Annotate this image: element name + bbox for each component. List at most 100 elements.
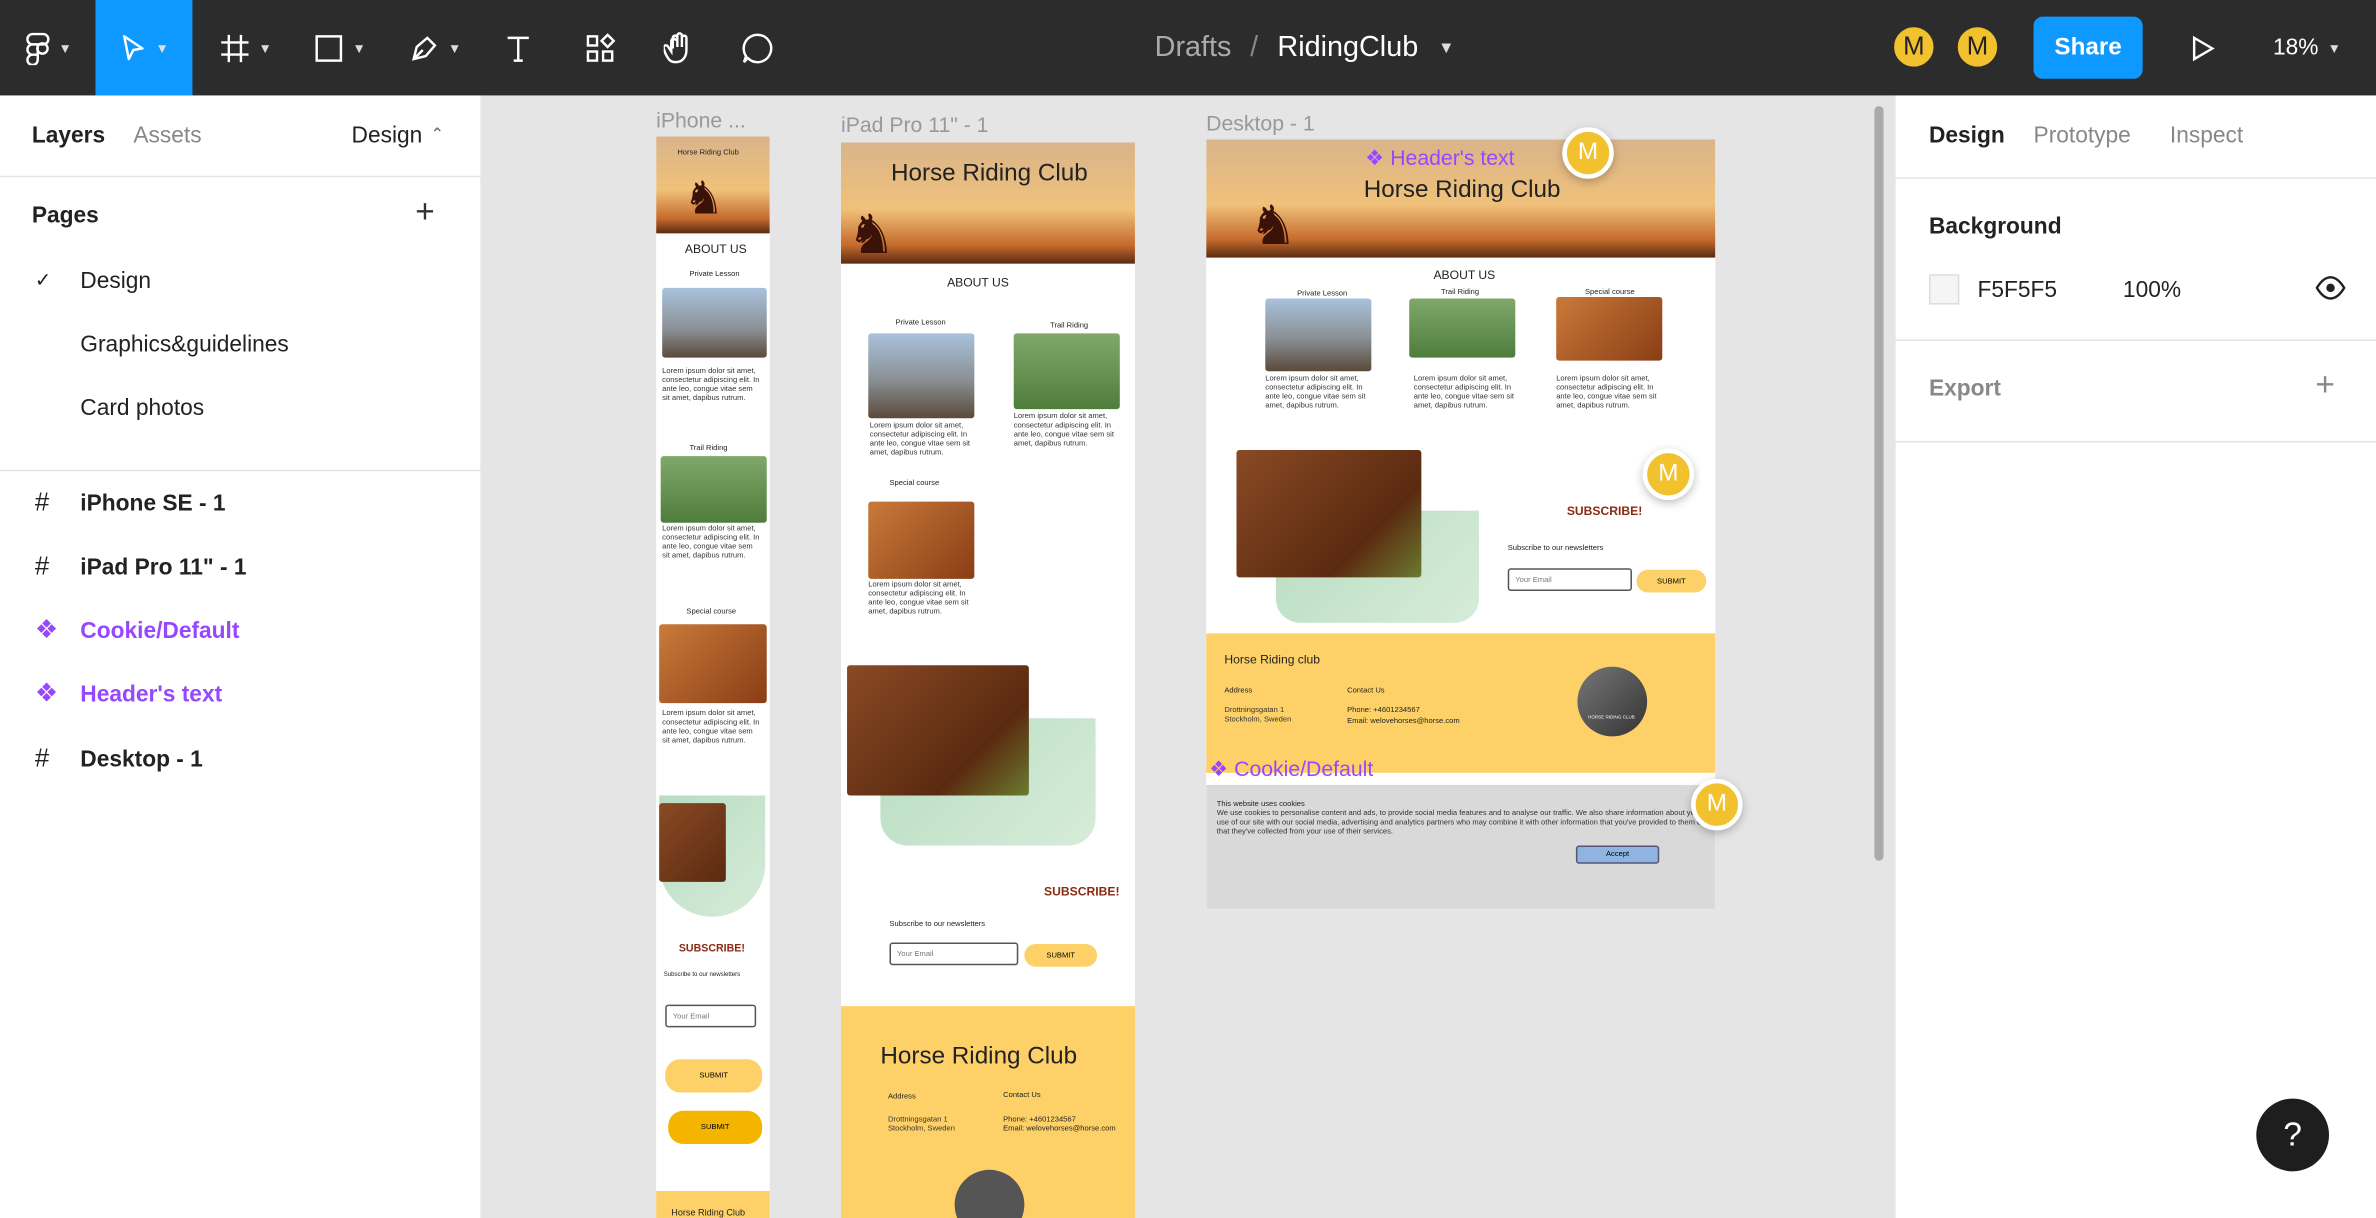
background-hex[interactable]: F5F5F5	[1977, 277, 2057, 303]
logo-text: HORSE RIDING CLUB	[1588, 713, 1635, 720]
zoom-dropdown[interactable]: 18% ▼	[2273, 0, 2341, 95]
background-swatch[interactable]	[1928, 274, 1960, 305]
desktop-frame[interactable]: Horse Riding Club ♞ ABOUT US Private Les…	[1206, 139, 1716, 910]
ipad-frame[interactable]: Horse Riding Club ♞ ABOUT US Private Les…	[840, 142, 1135, 1218]
component-label-header[interactable]: ❖ Header's text	[1365, 145, 1514, 171]
divider	[1895, 177, 2376, 179]
horse-silhouette-icon: ♞	[847, 203, 896, 266]
text-tool-icon[interactable]	[496, 0, 541, 95]
frame-icon: #	[34, 744, 50, 773]
layer-iphone[interactable]: # iPhone SE - 1	[0, 471, 480, 535]
trail-riding-label: Trail Riding	[1050, 321, 1089, 331]
layer-label: iPhone SE - 1	[80, 490, 226, 516]
avatar[interactable]: M	[1954, 24, 2001, 70]
frame-icon: #	[34, 487, 50, 517]
properties-panel: Design Prototype Inspect Background F5F5…	[1894, 95, 2376, 1218]
pages-header[interactable]: Pages	[32, 203, 99, 229]
pen-tool-icon[interactable]: ▼	[397, 0, 473, 95]
add-page-icon[interactable]: +	[415, 192, 434, 231]
contact-label: Contact Us	[1347, 686, 1385, 696]
layer-desktop[interactable]: # Desktop - 1	[0, 727, 480, 791]
frame-label-ipad[interactable]: iPad Pro 11" - 1	[841, 112, 988, 136]
lorem-text: Lorem ipsum dolor sit amet, consectetur …	[662, 366, 760, 404]
submit-button[interactable]: SUBMIT	[668, 1110, 763, 1145]
layer-ipad[interactable]: # iPad Pro 11" - 1	[0, 535, 480, 599]
frame-label-iphone[interactable]: iPhone ...	[656, 108, 746, 132]
email-input[interactable]: Your Email	[665, 1004, 757, 1028]
horse-silhouette-icon: ♞	[683, 174, 725, 225]
share-button[interactable]: Share	[2033, 16, 2143, 79]
breadcrumb-separator: /	[1250, 31, 1259, 63]
collaborator-avatar[interactable]: M	[1691, 778, 1743, 831]
panel-tabs: Layers Assets Design ⌃	[0, 95, 481, 178]
address-text: Drottningsgatan 1 Stockholm, Sweden	[1224, 706, 1292, 725]
trail-riding-photo	[660, 456, 767, 523]
private-lesson-label: Private Lesson	[895, 318, 946, 328]
address-text: Drottningsgatan 1 Stockholm, Sweden	[887, 1115, 955, 1134]
tab-inspect[interactable]: Inspect	[2170, 123, 2243, 149]
iphone-frame[interactable]: Horse Riding Club ♞ ABOUT US Private Les…	[656, 136, 770, 1218]
resources-icon[interactable]	[577, 0, 622, 95]
subscribe-heading: SUBSCRIBE!	[678, 944, 745, 955]
private-lesson-label: Private Lesson	[689, 269, 740, 279]
chevron-down-icon[interactable]: ▼	[1438, 0, 1455, 95]
email-input[interactable]: Your Email	[889, 942, 1019, 966]
layer-label: Cookie/Default	[80, 617, 240, 644]
tab-assets[interactable]: Assets	[133, 123, 201, 149]
layer-label: iPad Pro 11" - 1	[80, 553, 247, 580]
accept-button[interactable]: Accept	[1575, 845, 1660, 864]
collaborator-avatar[interactable]: M	[1562, 127, 1614, 179]
avatar[interactable]: M	[1891, 24, 1937, 70]
submit-button[interactable]: SUBMIT	[1024, 944, 1098, 967]
file-name[interactable]: RidingClub	[1277, 0, 1418, 95]
page-switcher[interactable]: Design	[352, 123, 423, 149]
email-input[interactable]: Your Email	[1507, 568, 1632, 591]
present-icon[interactable]	[2182, 0, 2224, 95]
address-label: Address	[887, 1092, 916, 1102]
divider	[1895, 339, 2376, 341]
frame-icon: #	[34, 551, 50, 581]
frame-tool-icon[interactable]: ▼	[208, 0, 284, 95]
tab-prototype[interactable]: Prototype	[2034, 123, 2131, 149]
shape-tool-icon[interactable]: ▼	[302, 0, 378, 95]
page-item-graphics[interactable]: Graphics&guidelines	[0, 312, 480, 376]
page-item-design[interactable]: ✓ Design	[0, 249, 480, 313]
subscribe-heading: SUBSCRIBE!	[1044, 884, 1120, 899]
move-tool-icon[interactable]: ▼	[95, 0, 193, 96]
lorem-text: Lorem ipsum dolor sit amet, consectetur …	[868, 580, 969, 617]
lorem-text: Lorem ipsum dolor sit amet, consectetur …	[1013, 412, 1114, 449]
frame-label-desktop[interactable]: Desktop - 1	[1206, 111, 1314, 135]
submit-button[interactable]: SUBMIT	[1636, 569, 1707, 593]
horse-photo	[847, 665, 1029, 796]
eye-icon[interactable]	[2315, 276, 2346, 308]
collaborator-avatar[interactable]: M	[1642, 448, 1695, 501]
page-item-card-photos[interactable]: Card photos	[0, 376, 480, 440]
hero-title: Horse Riding Club	[677, 148, 739, 158]
email-text: Email: welovehorses@horse.com	[1003, 1124, 1116, 1134]
trail-riding-photo	[1409, 298, 1516, 358]
lorem-text: Lorem ipsum dolor sit amet, consectetur …	[1413, 374, 1515, 411]
chevron-up-icon[interactable]: ⌃	[430, 124, 444, 144]
layer-label: Header's text	[80, 681, 223, 707]
breadcrumb-drafts[interactable]: Drafts	[1155, 0, 1232, 95]
phone-text: Phone: +4601234567	[1003, 1115, 1076, 1125]
component-icon: ❖	[34, 678, 58, 708]
help-button[interactable]: ?	[2256, 1098, 2330, 1172]
submit-button[interactable]: SUBMIT	[665, 1059, 763, 1093]
component-label-cookie[interactable]: ❖ Cookie/Default	[1209, 756, 1373, 782]
divider	[1895, 440, 2376, 443]
layer-cookie[interactable]: ❖ Cookie/Default	[0, 599, 480, 663]
comment-icon[interactable]	[735, 0, 780, 95]
tab-design[interactable]: Design	[1929, 123, 2005, 149]
component-icon: ❖	[34, 615, 58, 645]
canvas[interactable]: iPhone ... Horse Riding Club ♞ ABOUT US …	[481, 95, 1895, 1218]
horse-photo	[1236, 450, 1422, 578]
canvas-scrollbar[interactable]	[1874, 106, 1884, 861]
layer-header-text[interactable]: ❖ Header's text	[0, 662, 480, 726]
background-opacity[interactable]: 100%	[2123, 277, 2181, 303]
add-export-icon[interactable]: +	[2315, 365, 2334, 404]
hand-tool-icon[interactable]	[656, 0, 701, 95]
lorem-text: Lorem ipsum dolor sit amet, consectetur …	[1556, 374, 1657, 411]
figma-menu-icon[interactable]: ▼	[12, 0, 85, 95]
tab-layers[interactable]: Layers	[32, 123, 105, 149]
